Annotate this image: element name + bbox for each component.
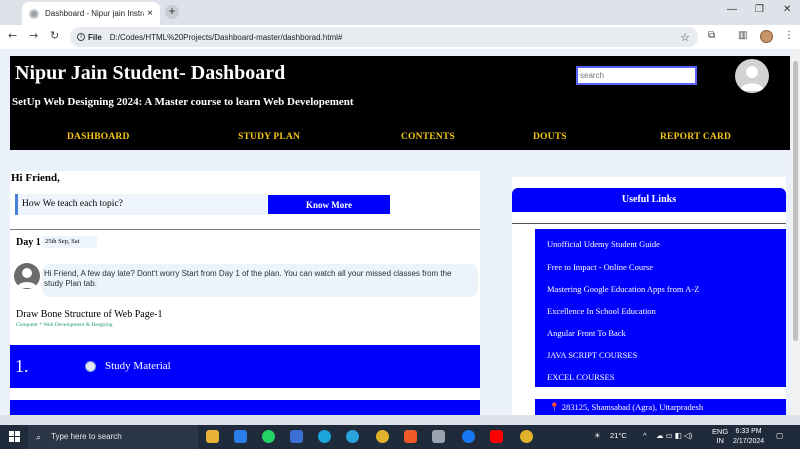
search-input[interactable] xyxy=(576,66,697,85)
nav-report-card[interactable]: REPORT CARD xyxy=(660,132,731,142)
file-explorer-icon[interactable] xyxy=(206,430,219,443)
useful-link[interactable]: JAVA SCRIPT COURSES xyxy=(547,350,637,360)
browser-tab-strip: Dashboard - Nipur jain Instragm × + — ❐ … xyxy=(0,0,800,25)
useful-link[interactable]: Mastering Google Education Apps from A-Z xyxy=(547,284,699,294)
new-tab-button[interactable]: + xyxy=(165,5,179,19)
weather-text[interactable]: 21°C xyxy=(610,431,627,440)
useful-link[interactable]: Unofficial Udemy Student Guide xyxy=(547,239,660,249)
weather-icon[interactable]: ☀ xyxy=(594,431,601,440)
system-clock[interactable]: 6:33 PM 2/17/2024 xyxy=(733,427,764,447)
address-text: 283125, Shamsabad (Agra), Uttarpradesh xyxy=(561,402,704,412)
file-chip: File xyxy=(88,32,102,42)
nav-douts[interactable]: DOUTS xyxy=(533,132,567,142)
main-content-panel: Hi Friend, How We teach each topic? Know… xyxy=(10,171,480,415)
chrome-icon[interactable] xyxy=(376,430,389,443)
tray-chevron-icon[interactable]: ^ xyxy=(643,431,647,440)
useful-link[interactable]: EXCEL COURSES xyxy=(547,372,614,382)
restore-icon[interactable]: ❐ xyxy=(755,4,764,15)
telegram-icon[interactable] xyxy=(346,430,359,443)
globe-icon xyxy=(29,8,39,19)
facebook-icon[interactable] xyxy=(462,430,475,443)
url-text: D:/Codes/HTML%20Projects/Dashboard-maste… xyxy=(109,32,343,42)
study-material-label: Study Material xyxy=(105,360,171,372)
lang-bottom: IN xyxy=(716,436,724,445)
nav-contents[interactable]: CONTENTS xyxy=(401,132,455,142)
map-pin-icon: 📍 xyxy=(549,402,560,412)
bookmark-star-icon[interactable]: ☆ xyxy=(680,31,690,44)
language-indicator[interactable]: ENG IN xyxy=(712,427,728,445)
notification-icon[interactable]: ▢ xyxy=(776,431,783,440)
tab-close-icon[interactable]: × xyxy=(144,8,156,19)
greeting-heading: Hi Friend, xyxy=(11,172,60,184)
address-bar-info: 📍 283125, Shamsabad (Agra), Uttarpradesh xyxy=(535,399,786,415)
tray-icons[interactable]: ☁ ▭ ◧ ◁) xyxy=(656,431,692,440)
user-avatar-icon[interactable] xyxy=(735,59,769,93)
sidebar-divider xyxy=(512,223,786,224)
mentor-avatar-icon xyxy=(14,263,40,289)
mail-icon[interactable] xyxy=(234,430,247,443)
menu-kebab-icon[interactable]: ⋮ xyxy=(784,30,794,41)
study-number: 1. xyxy=(15,356,29,376)
minimize-icon[interactable]: — xyxy=(727,4,737,15)
page-viewport: Nipur Jain Student- Dashboard SetUp Web … xyxy=(0,49,800,415)
page-scrollbar[interactable] xyxy=(791,49,800,415)
forward-icon[interactable]: → xyxy=(29,29,38,42)
useful-links-title: Useful Links xyxy=(512,188,786,212)
site-header: Nipur Jain Student- Dashboard SetUp Web … xyxy=(10,56,790,150)
info-icon[interactable]: i xyxy=(77,33,85,41)
chrome-active-icon[interactable] xyxy=(520,430,533,443)
day-label: Day 1 xyxy=(16,237,41,248)
radio-dot-icon xyxy=(85,361,96,372)
reload-icon[interactable]: ↻ xyxy=(50,29,59,42)
browser-tab[interactable]: Dashboard - Nipur jain Instragm × xyxy=(22,2,160,25)
site-title: Nipur Jain Student- Dashboard xyxy=(15,62,286,84)
profile-avatar-icon[interactable] xyxy=(760,30,773,43)
taskbar-search-placeholder: Type here to search xyxy=(51,432,122,441)
scrollbar-thumb[interactable] xyxy=(793,61,798,341)
chat-message: Hi Friend, A few day late? Dont't worry … xyxy=(42,264,478,297)
lesson-title: Draw Bone Structure of Web Page-1 xyxy=(16,309,163,320)
study-material-card[interactable]: 1. Study Material xyxy=(10,345,480,388)
brave-icon[interactable] xyxy=(404,430,417,443)
extensions-icon[interactable]: ⧉ xyxy=(708,30,715,41)
links-list: Unofficial Udemy Student Guide Free to I… xyxy=(535,229,786,387)
taskbar-search[interactable]: ⌕ Type here to search xyxy=(28,425,198,449)
next-study-card[interactable] xyxy=(10,400,480,415)
useful-link[interactable]: Free to Impact - Online Course xyxy=(547,262,653,272)
section-divider xyxy=(10,229,480,230)
store-icon[interactable] xyxy=(290,430,303,443)
search-icon: ⌕ xyxy=(36,432,42,442)
day-date-badge: 25th Sep, Sat xyxy=(42,236,97,248)
useful-link[interactable]: Excellence In School Education xyxy=(547,306,656,316)
address-bar[interactable]: i File D:/Codes/HTML%20Projects/Dashboar… xyxy=(70,27,698,47)
teach-question: How We teach each topic? xyxy=(15,194,267,215)
clock-time: 6:33 PM xyxy=(735,428,762,435)
useful-links-panel: Useful Links Unofficial Udemy Student Gu… xyxy=(512,177,786,415)
lang-top: ENG xyxy=(712,427,729,436)
close-window-icon[interactable]: ✕ xyxy=(783,4,791,15)
site-subtitle: SetUp Web Designing 2024: A Master cours… xyxy=(12,96,354,108)
know-more-button[interactable]: Know More xyxy=(268,195,390,214)
app-icon[interactable] xyxy=(432,430,445,443)
useful-link[interactable]: Angular Front To Back xyxy=(547,328,626,338)
browser-toolbar: ← → ↻ i File D:/Codes/HTML%20Projects/Da… xyxy=(0,25,800,49)
windows-start-icon[interactable] xyxy=(9,431,20,442)
lesson-tags: Computer * Web Development & Desgning xyxy=(16,322,113,328)
nav-study-plan[interactable]: STUDY PLAN xyxy=(238,132,300,142)
nav-dashboard[interactable]: DASHBOARD xyxy=(67,132,130,142)
edge-icon[interactable] xyxy=(318,430,331,443)
side-panel-icon[interactable]: ▥ xyxy=(738,30,747,41)
os-taskbar: ⌕ Type here to search ☀ 21°C ^ ☁ ▭ ◧ ◁) … xyxy=(0,425,800,449)
tab-title: Dashboard - Nipur jain Instragm xyxy=(45,9,144,18)
clock-date: 2/17/2024 xyxy=(733,438,765,445)
youtube-icon[interactable] xyxy=(490,430,503,443)
back-icon[interactable]: ← xyxy=(8,29,17,42)
whatsapp-icon[interactable] xyxy=(262,430,275,443)
